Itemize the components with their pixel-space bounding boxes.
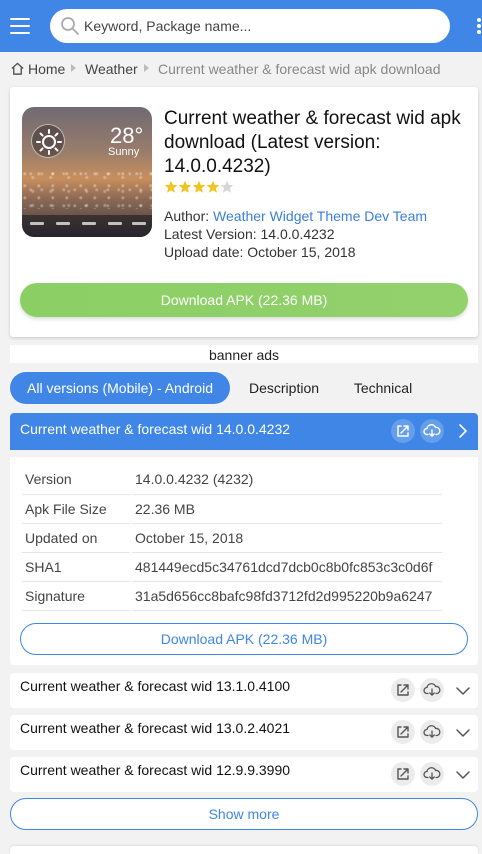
chevron-down-icon[interactable] — [453, 765, 473, 785]
latest-version-line: Latest Version: 14.0.0.4232 — [164, 226, 334, 242]
version-title: Current weather & forecast wid 12.9.9.39… — [20, 762, 291, 778]
info-key: Updated on — [22, 523, 131, 553]
info-value: 481449ecd5c34761dcd7dcb0c8b0fc853c3c0d6f — [130, 552, 442, 582]
breadcrumb-separator-icon — [144, 64, 149, 72]
version-info-table: Version 14.0.0.4232 (4232) Apk File Size 2… — [22, 465, 442, 611]
external-link-icon[interactable] — [391, 678, 415, 702]
info-key: Apk File Size — [22, 494, 131, 524]
breadcrumb: Home Weather Current weather & forecast … — [0, 52, 482, 86]
table-row: SHA1 481449ecd5c34761dcd7dcb0c8b0fc853c3c… — [22, 552, 442, 582]
version-row[interactable]: Current weather & forecast wid 13.0.2.40… — [10, 715, 478, 750]
app-icon: 28° Sunny — [22, 107, 152, 237]
cloud-download-icon[interactable] — [420, 762, 444, 786]
search-box[interactable] — [50, 9, 450, 43]
latest-version-label: Latest Version: — [164, 226, 261, 242]
home-icon — [11, 62, 24, 75]
cloud-download-icon[interactable] — [420, 419, 444, 443]
tab-description[interactable]: Description — [238, 372, 330, 404]
breadcrumb-category-link[interactable]: Weather — [85, 61, 138, 77]
info-value: 31a5d656cc8bafc98fd3712fd2d995220b9a6247 — [130, 581, 442, 611]
external-link-icon[interactable] — [391, 762, 415, 786]
breadcrumb-current: Current weather & forecast wid apk downl… — [158, 61, 441, 77]
info-key: Version — [22, 465, 131, 495]
info-value: October 15, 2018 — [130, 523, 442, 553]
cloud-download-icon[interactable] — [420, 720, 444, 744]
star-filled-icon — [206, 180, 220, 193]
table-row: Updated on October 15, 2018 — [22, 523, 442, 553]
breadcrumb-separator-icon — [71, 64, 76, 72]
chevron-down-icon[interactable] — [453, 723, 473, 743]
upload-date-line: Upload date: October 15, 2018 — [164, 244, 355, 260]
external-link-icon[interactable] — [391, 419, 415, 443]
info-key: SHA1 — [22, 552, 131, 582]
table-row: Signature 31a5d656cc8bafc98fd3712fd2d9952… — [22, 581, 442, 611]
download-apk-button[interactable]: Download APK (22.36 MB) — [20, 283, 468, 317]
download-apk-version-button[interactable]: Download APK (22.36 MB) — [20, 623, 468, 655]
upload-date-value: October 15, 2018 — [247, 244, 356, 260]
author-link[interactable]: Weather Widget Theme Dev Team — [213, 208, 427, 224]
version-title: Current weather & forecast wid 14.0.0.42… — [20, 421, 291, 437]
star-filled-icon — [192, 180, 206, 193]
table-row: Version 14.0.0.4232 (4232) — [22, 465, 442, 495]
author-line: Author: Weather Widget Theme Dev Team — [164, 208, 427, 224]
tab-all-versions[interactable]: All versions (Mobile) - Android — [10, 372, 230, 404]
chevron-down-icon[interactable] — [453, 681, 473, 701]
tab-technical[interactable]: Technical — [342, 372, 424, 404]
icon-condition: Sunny — [108, 146, 140, 158]
version-row[interactable]: Current weather & forecast wid 12.9.9.39… — [10, 757, 478, 792]
next-section-card — [10, 846, 478, 854]
rain-drops-decoration — [22, 169, 152, 209]
more-options-icon[interactable] — [470, 14, 482, 38]
version-header-expanded[interactable]: Current weather & forecast wid 14.0.0.42… — [10, 413, 478, 450]
info-value: 22.36 MB — [130, 494, 442, 524]
banner-ads: banner ads — [10, 345, 478, 363]
search-icon — [61, 17, 79, 35]
app-info-card: 28° Sunny Current weather & forecast wid… — [10, 87, 478, 337]
latest-version-value: 14.0.0.4232 — [260, 226, 335, 242]
upload-date-label: Upload date: — [164, 244, 248, 260]
external-link-icon[interactable] — [391, 720, 415, 744]
tab-bar: All versions (Mobile) - Android Descript… — [10, 372, 478, 404]
cloud-download-icon[interactable] — [420, 678, 444, 702]
show-more-button[interactable]: Show more — [10, 798, 478, 830]
forecast-strip — [22, 215, 152, 237]
info-value: 14.0.0.4232 (4232) — [130, 465, 442, 495]
version-row[interactable]: Current weather & forecast wid 13.1.0.41… — [10, 673, 478, 708]
app-title: Current weather & forecast wid apk downl… — [164, 108, 461, 177]
version-title: Current weather & forecast wid 13.0.2.40… — [20, 720, 291, 736]
table-row: Apk File Size 22.36 MB — [22, 494, 442, 524]
top-bar — [0, 0, 482, 52]
star-filled-icon — [164, 180, 178, 193]
search-input[interactable] — [84, 9, 440, 43]
info-key: Signature — [22, 581, 131, 611]
star-filled-icon — [178, 180, 192, 193]
sun-icon — [31, 124, 65, 158]
chevron-right-icon[interactable] — [453, 421, 473, 441]
version-title: Current weather & forecast wid 13.1.0.41… — [20, 678, 291, 694]
star-empty-icon — [220, 180, 234, 193]
breadcrumb-home-link[interactable]: Home — [28, 61, 65, 77]
version-details: Version 14.0.0.4232 (4232) Apk File Size 2… — [10, 457, 478, 665]
hamburger-menu-icon[interactable] — [8, 14, 32, 38]
author-label: Author: — [164, 208, 214, 224]
